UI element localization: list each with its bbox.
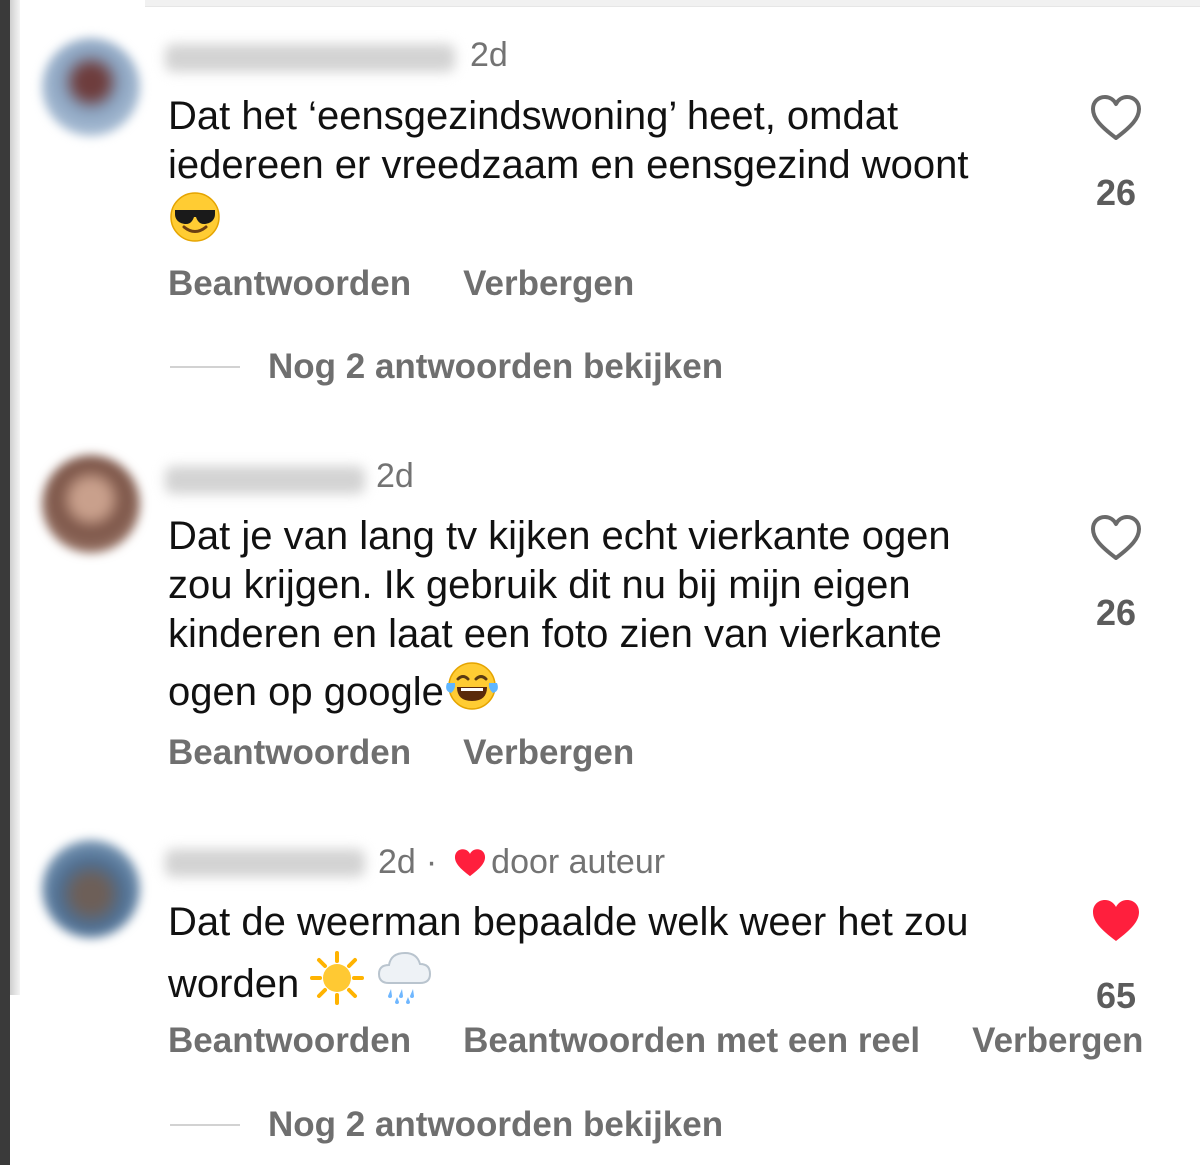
cloud-with-rain-icon	[375, 947, 433, 1017]
comment-meta: 2d	[470, 36, 508, 75]
author-liked-label: door auteur	[491, 843, 666, 881]
comment-actions: Beantwoorden Beantwoorden met een reel V…	[168, 1021, 1195, 1061]
sun-icon	[310, 951, 365, 1017]
comment-meta: 2d	[376, 457, 414, 496]
view-replies-label: Nog 2 antwoorden bekijken	[268, 1105, 724, 1144]
reply-button[interactable]: Beantwoorden	[168, 733, 411, 773]
hide-button[interactable]: Verbergen	[463, 733, 634, 773]
comment-actions: Beantwoorden Verbergen	[168, 264, 686, 304]
window-edge	[0, 0, 10, 1165]
view-replies-label: Nog 2 antwoorden bekijken	[268, 347, 724, 386]
comment-meta: 2d · door auteur	[378, 843, 665, 882]
meta-separator: ·	[425, 843, 438, 881]
heart-filled-icon	[1093, 900, 1139, 941]
heart-outline-icon	[1091, 95, 1141, 140]
hide-button[interactable]: Verbergen	[972, 1021, 1143, 1061]
avatar[interactable]	[42, 840, 140, 938]
like-button[interactable]	[1090, 514, 1142, 562]
reply-divider	[170, 1124, 240, 1126]
like-count: 26	[1095, 592, 1137, 633]
like-button[interactable]	[1090, 94, 1142, 142]
like-count: 26	[1095, 172, 1137, 213]
view-replies-button[interactable]: Nog 2 antwoorden bekijken	[170, 347, 723, 387]
reply-with-reel-button[interactable]: Beantwoorden met een reel	[463, 1021, 920, 1061]
like-button-active[interactable]	[1090, 897, 1142, 945]
face-with-tears-of-joy-icon	[444, 659, 500, 725]
username-redacted[interactable]	[165, 466, 365, 494]
comment-text: Dat het ‘eensgezindswoning’ heet, omdat …	[168, 92, 1018, 256]
comment-time: 2d	[378, 843, 416, 881]
view-replies-button[interactable]: Nog 2 antwoorden bekijken	[170, 1105, 723, 1145]
comment-text: Dat de weerman bepaalde welk weer het zo…	[168, 898, 1018, 1017]
avatar[interactable]	[42, 455, 140, 553]
username-redacted[interactable]	[165, 44, 455, 72]
hide-button[interactable]: Verbergen	[463, 264, 634, 304]
smiling-face-with-sunglasses-icon	[168, 190, 222, 256]
heart-filled-icon	[453, 846, 487, 880]
previous-comment-edge	[145, 0, 1200, 7]
heart-outline-icon	[1091, 515, 1141, 560]
reply-button[interactable]: Beantwoorden	[168, 1021, 411, 1061]
comment-text: Dat je van lang tv kijken echt vierkante…	[168, 512, 1018, 725]
avatar[interactable]	[42, 38, 140, 136]
like-count: 65	[1095, 975, 1137, 1016]
reply-divider	[170, 366, 240, 368]
username-redacted[interactable]	[165, 849, 365, 877]
reply-button[interactable]: Beantwoorden	[168, 264, 411, 304]
comment-actions: Beantwoorden Verbergen	[168, 733, 686, 773]
comment-time: 2d	[470, 36, 508, 74]
window-edge-shadow	[10, 0, 20, 995]
comment-time: 2d	[376, 457, 414, 495]
